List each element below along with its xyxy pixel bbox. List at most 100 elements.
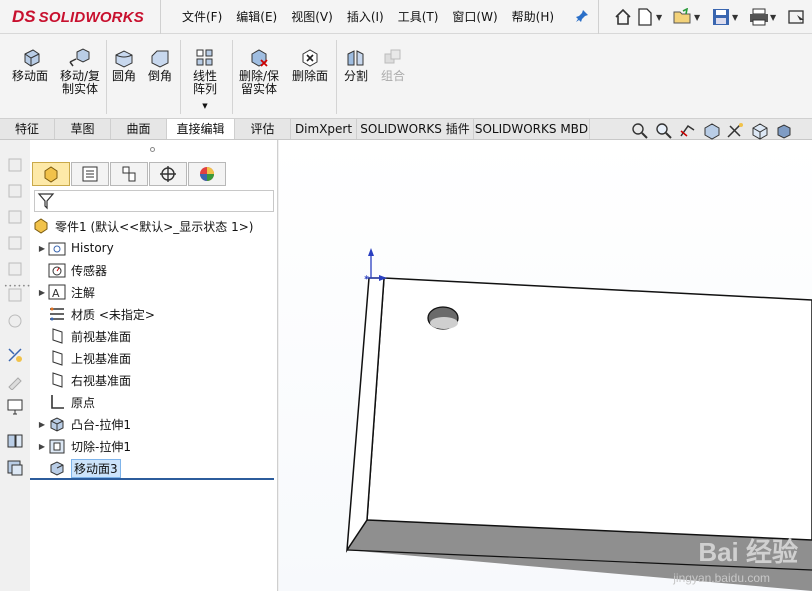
combine-icon[interactable] [6,286,24,304]
display-style-icon[interactable] [774,122,794,140]
home-icon[interactable] [612,6,634,28]
chevron-down-icon[interactable]: ▼ [694,13,704,22]
move-face-button[interactable]: 移动面 [9,48,51,83]
new-document-icon[interactable] [634,6,656,28]
split-icon[interactable] [6,432,24,450]
offset-face-icon[interactable] [6,182,24,200]
chevron-down-icon[interactable]: ▼ [732,13,742,22]
tab-direct-editing[interactable]: 直接编辑 [167,119,235,139]
filter-icon [37,193,55,210]
section-view-icon[interactable] [702,122,722,140]
main-menu: 文件(F) 编辑(E) 视图(V) 插入(I) 工具(T) 窗口(W) 帮助(H… [182,8,568,25]
property-manager-icon [82,166,98,182]
logo-text: SOLIDWORKS [38,8,144,26]
configuration-manager-tab[interactable] [110,162,148,186]
chevron-right-icon[interactable]: ▶ [36,288,48,297]
tree-node-origin[interactable]: 原点 [36,392,95,412]
menu-insert[interactable]: 插入(I) [347,8,384,25]
chevron-down-icon[interactable]: ▼ [656,13,666,22]
move-copy-body-button[interactable]: 移动/复制实体 [56,48,104,96]
linear-pattern-button[interactable]: 线性阵列 ▼ [184,48,226,113]
command-manager: 移动面 移动/复制实体 圆角 倒角 线性阵列 ▼ 删除/保留实体 删除面 分割 … [0,34,812,118]
tree-node-label: 移动面3 [71,458,121,478]
tree-node-history[interactable]: ▶ History [36,238,114,258]
chevron-right-icon[interactable]: ▶ [36,244,48,253]
logo-ds-mark: DS [12,7,36,26]
watermark-url: jingyan.baidu.com [673,571,770,585]
linear-pattern-label: 线性阵列 [192,69,217,96]
fillet-button[interactable]: 圆角 [110,48,138,83]
view-orientation-icon[interactable] [750,122,770,140]
delete-face-icon[interactable] [6,234,24,252]
dimxpert-manager-tab[interactable] [149,162,187,186]
open-icon[interactable] [672,6,694,28]
chevron-right-icon[interactable]: ▶ [36,420,48,429]
menu-tools[interactable]: 工具(T) [398,8,439,25]
tab-dimxpert[interactable]: DimXpert [291,119,357,139]
tab-solidworks-mbd[interactable]: SOLIDWORKS MBD [474,119,590,139]
chamfer-icon [149,48,171,68]
scale-icon[interactable] [6,260,24,278]
chevron-right-icon[interactable]: ▶ [36,442,48,451]
combine-button[interactable]: 组合 [378,48,408,83]
dynamic-annotation-icon[interactable] [726,122,746,140]
tree-node-boss-extrude[interactable]: ▶ 凸台-拉伸1 [36,414,131,434]
tree-node-front-plane[interactable]: 前视基准面 [36,326,131,346]
tree-node-cut-extrude[interactable]: ▶ 切除-拉伸1 [36,436,131,456]
command-divider [336,40,337,114]
part-model[interactable]: * [279,140,812,591]
menu-window[interactable]: 窗口(W) [452,8,497,25]
tab-solidworks-addins[interactable]: SOLIDWORKS 插件 [357,119,474,139]
tree-node-right-plane[interactable]: 右视基准面 [36,370,131,390]
tree-node-label: History [71,241,114,255]
pin-icon[interactable] [575,9,589,23]
chevron-down-icon[interactable]: ▼ [202,100,207,113]
tab-features[interactable]: 特征 [0,119,55,139]
chamfer-button[interactable]: 倒角 [146,48,174,83]
tree-node-material[interactable]: 材质 <未指定> [36,304,155,324]
chevron-down-icon[interactable]: ▼ [770,13,780,22]
select-icon[interactable] [786,6,808,28]
delete-face-button[interactable]: 删除面 [289,48,331,83]
print-icon[interactable] [748,6,770,28]
menu-edit[interactable]: 编辑(E) [236,8,277,25]
delete-keep-body-label: 删除/保留实体 [238,69,280,96]
menu-view[interactable]: 视图(V) [291,8,333,25]
move-face-icon [48,459,66,477]
delete-face-label: 删除面 [291,69,328,83]
tree-node-move-face[interactable]: 移动面3 [36,458,121,478]
previous-view-icon[interactable] [678,122,698,140]
delete-keep-body-button[interactable]: 删除/保留实体 [236,48,282,96]
tab-surfaces[interactable]: 曲面 [111,119,167,139]
plane-icon [48,349,66,367]
tab-sketch[interactable]: 草图 [55,119,111,139]
rollback-bar[interactable] [30,478,274,480]
tree-node-annotations[interactable]: ▶ A 注解 [36,282,95,302]
property-manager-tab[interactable] [71,162,109,186]
tree-root-part[interactable]: 零件1 (默认<<默认>_显示状态 1>) [32,216,253,236]
panel-splitter-handle[interactable] [150,147,155,152]
tree-filter-box[interactable] [34,190,274,212]
intersect-icon[interactable] [6,312,24,330]
tree-node-sensors[interactable]: 传感器 [36,260,107,280]
replace-face-icon[interactable] [6,208,24,226]
split-button[interactable]: 分割 [341,48,371,83]
display-manager-tab[interactable] [188,162,226,186]
menu-help[interactable]: 帮助(H) [512,8,554,25]
zoom-to-area-icon[interactable] [654,122,674,140]
body-icon[interactable] [6,458,24,476]
solidworks-window: DS SOLIDWORKS 文件(F) 编辑(E) 视图(V) 插入(I) 工具… [0,0,812,591]
edit-appearance-icon[interactable] [6,372,24,391]
move-face-icon[interactable] [6,156,24,174]
smart-dimension-icon[interactable] [6,346,24,364]
tree-node-top-plane[interactable]: 上视基准面 [36,348,131,368]
display-pane-icon[interactable] [6,398,24,416]
menu-file[interactable]: 文件(F) [182,8,222,25]
feature-tree-tab[interactable] [32,162,70,186]
graphics-area[interactable]: * Bai 经验 jingyan.baidu.com [279,140,812,591]
zoom-to-fit-icon[interactable] [630,122,650,140]
tab-evaluate[interactable]: 评估 [235,119,291,139]
solidworks-logo[interactable]: DS SOLIDWORKS [12,4,144,30]
save-icon[interactable] [710,6,732,28]
move-face-label: 移动面 [11,69,48,83]
